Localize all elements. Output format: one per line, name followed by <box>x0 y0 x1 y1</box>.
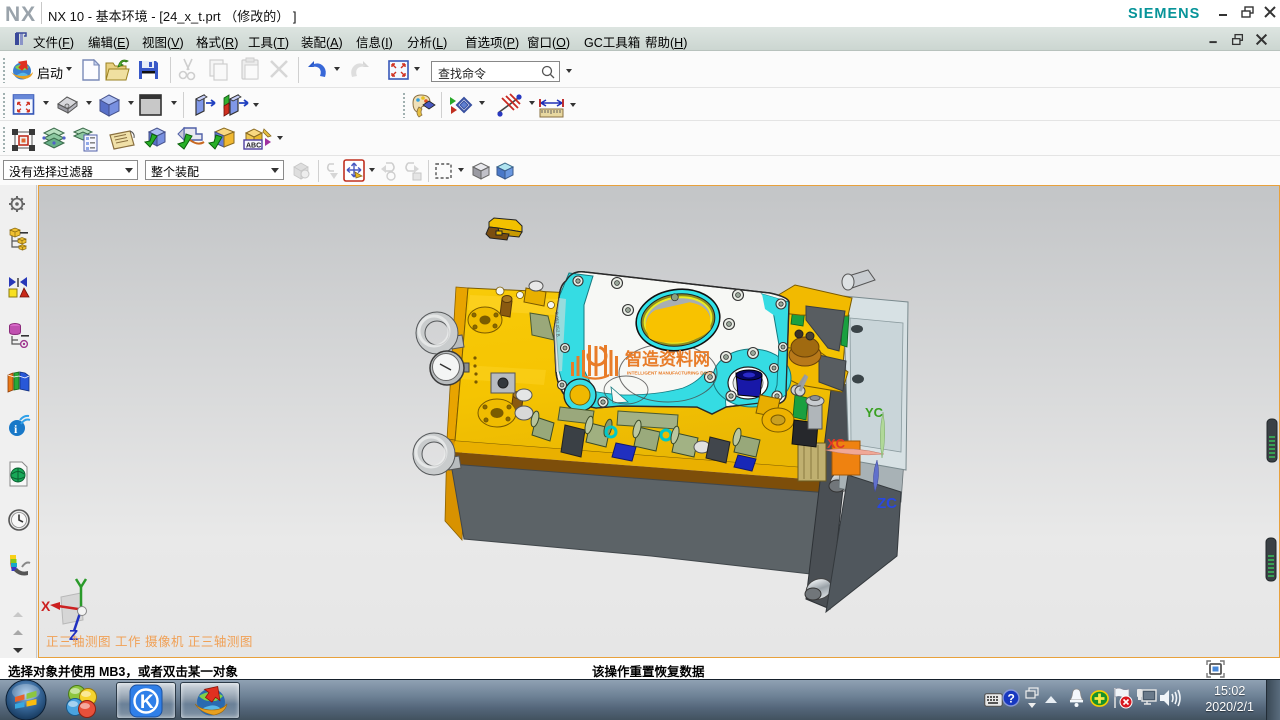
svg-text:智造资料网: 智造资料网 <box>625 349 710 369</box>
svg-text:XC: XC <box>827 436 846 451</box>
svg-text:?: ? <box>1008 692 1015 706</box>
svg-text:X: X <box>41 598 51 614</box>
svg-text:INTELLIGENT MANUFACTURING DATA: INTELLIGENT MANUFACTURING DATA <box>627 371 713 376</box>
svg-text:ZC: ZC <box>877 495 897 512</box>
svg-text:ABC: ABC <box>246 143 261 150</box>
svg-text:K: K <box>140 692 154 713</box>
svg-text:YC: YC <box>865 405 884 420</box>
